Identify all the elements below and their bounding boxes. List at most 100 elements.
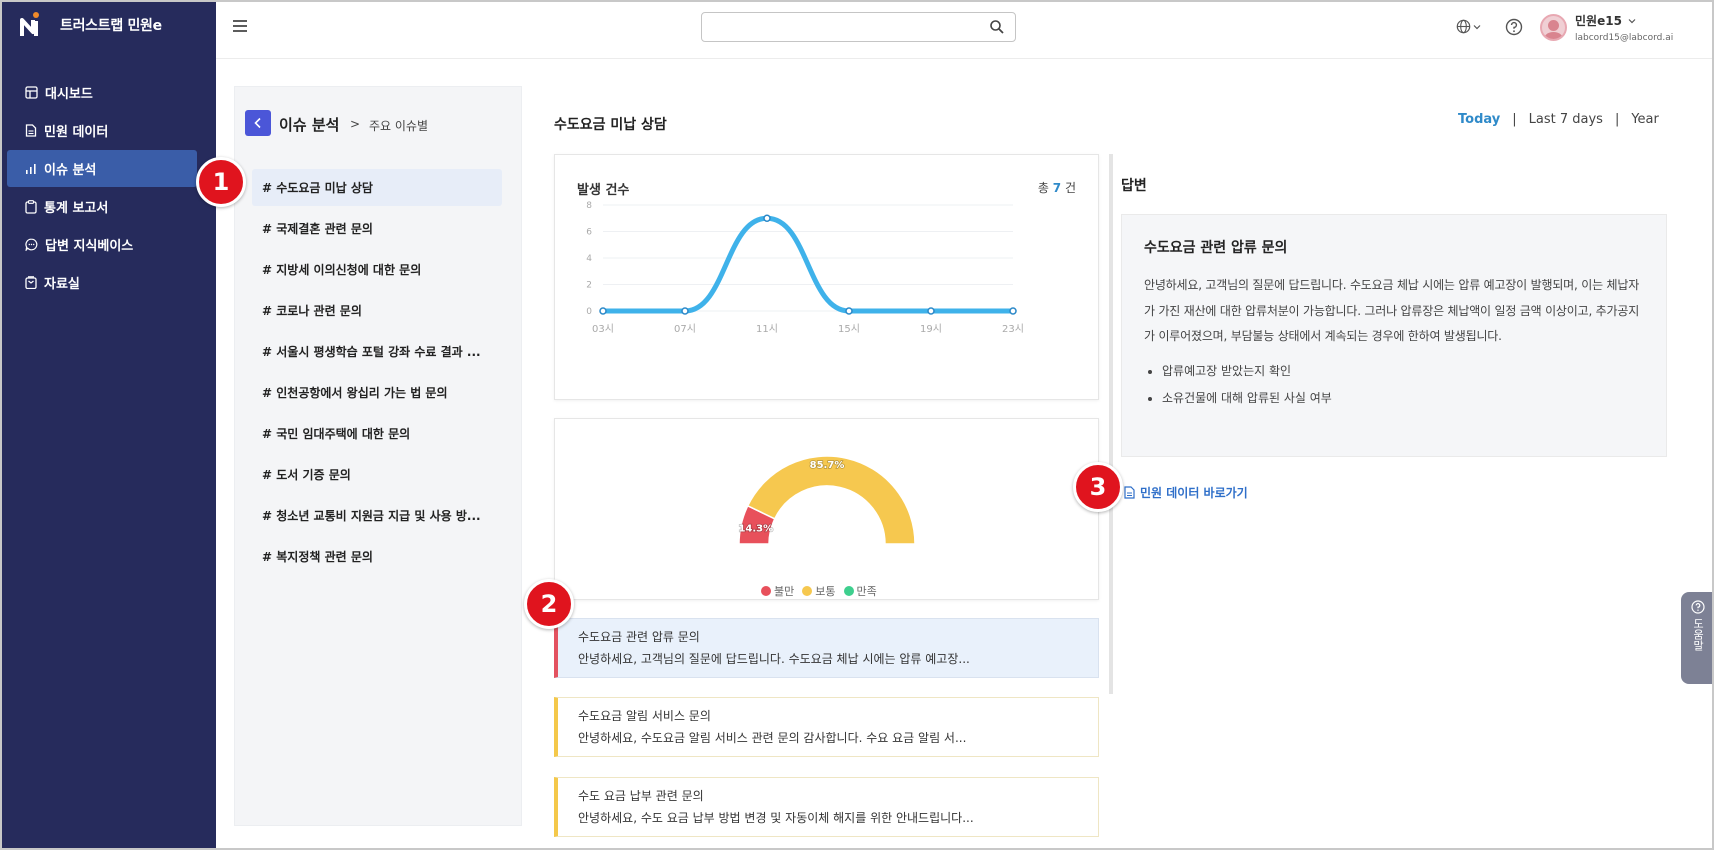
issue-item[interactable]: # 국민 임대주택에 대한 문의 [252, 415, 502, 452]
chart-legend: 불만 보통 만족 [761, 583, 877, 599]
issue-item[interactable]: # 수도요금 미납 상담 [252, 169, 502, 206]
search-icon[interactable] [989, 19, 1005, 35]
line-chart: 0 2 4 6 8 03시 07시 11시 15시 19시 23시 [586, 201, 1024, 335]
help-tab[interactable]: 도움말 [1681, 592, 1714, 684]
answer-list-item[interactable]: 수도 요금 납부 관련 문의 안녕하세요, 수도 요금 납부 방법 변경 및 자… [554, 777, 1099, 837]
range-last-7-days[interactable]: Last 7 days [1529, 112, 1603, 127]
sidebar-item-dashboard[interactable]: 대시보드 [7, 74, 197, 111]
document-icon [25, 124, 37, 137]
y-tick-label: 8 [586, 201, 592, 211]
issue-item[interactable]: # 도서 기증 문의 [252, 456, 502, 493]
top-header: 민원e15 labcord15@labcord.ai [216, 0, 1714, 59]
data-point [1009, 307, 1017, 315]
user-name: 민원e15 [1575, 14, 1622, 28]
sidebar-item-issue-analysis[interactable]: 이슈 분석 [7, 150, 197, 187]
chevron-left-icon [254, 117, 261, 129]
back-button[interactable] [245, 110, 271, 136]
data-point [681, 307, 689, 315]
x-tick-label: 03시 [592, 323, 614, 335]
answer-list-item[interactable]: 수도요금 알림 서비스 문의 안녕하세요, 수도요금 알림 서비스 관련 문의 … [554, 697, 1099, 757]
chevron-down-icon [1628, 18, 1636, 23]
globe-icon [1456, 19, 1471, 34]
x-tick-label: 07시 [674, 323, 696, 335]
issue-item[interactable]: # 복지정책 관련 문의 [252, 538, 502, 575]
archive-icon [25, 276, 37, 289]
date-range-selector: Today | Last 7 days | Year [1458, 112, 1659, 127]
breadcrumb-separator: > [350, 117, 361, 131]
sidebar-nav: 대시보드 민원 데이터 이슈 분석 통계 보고서 답변 지식베이스 자료실 [7, 74, 197, 302]
sidebar-item-label: 이슈 분석 [44, 163, 97, 178]
annotation-marker-2: 2 [524, 579, 574, 629]
chat-icon [25, 238, 38, 251]
issue-item[interactable]: # 인천공항에서 왕십리 가는 법 문의 [252, 374, 502, 411]
user-menu[interactable]: 민원e15 labcord15@labcord.ai [1540, 12, 1673, 43]
annotation-marker-3: 3 [1073, 462, 1123, 512]
half-donut-chart: 14.3% 85.7% [738, 455, 916, 545]
issue-item[interactable]: # 서울시 평생학습 포털 강좌 수료 결과 ... [252, 333, 502, 370]
legend-label: 만족 [856, 585, 877, 598]
slice-label: 14.3% [738, 524, 773, 535]
data-point [845, 307, 853, 315]
sidebar-item-archive[interactable]: 자료실 [7, 264, 197, 301]
legend-item-normal[interactable]: 보통 [802, 583, 836, 599]
data-point [599, 307, 607, 315]
clipboard-icon [25, 199, 37, 214]
language-selector[interactable] [1456, 19, 1481, 34]
menu-icon[interactable] [232, 18, 248, 34]
link-label: 민원 데이터 바로가기 [1140, 486, 1248, 500]
answer-item-snippet: 안녕하세요, 수도요금 알림 서비스 관련 문의 감사합니다. 수요 요금 알림… [578, 731, 967, 745]
dashboard-icon [25, 86, 38, 99]
occurrence-chart-card: 발생 건수 총 7 건 0 2 4 6 8 03시 07시 11시 15시 19시 23시 [554, 154, 1099, 400]
series-line [600, 215, 1016, 314]
chevron-down-icon [1473, 24, 1481, 29]
legend-dot [802, 586, 813, 596]
help-tab-label: 도움말 [1691, 618, 1705, 651]
answer-bullets: 압류예고장 받았는지 확인 소유건물에 대해 압류된 사실 여부 [1144, 362, 1644, 406]
answer-detail: 수도요금 관련 압류 문의 안녕하세요, 고객님의 질문에 답드립니다. 수도요… [1121, 214, 1667, 457]
sidebar-item-label: 대시보드 [45, 87, 93, 102]
x-tick-label: 19시 [920, 323, 942, 335]
issue-title: 수도요금 미납 상담 [554, 117, 667, 133]
issue-item[interactable]: # 지방세 이의신청에 대한 문의 [252, 251, 502, 288]
x-tick-label: 23시 [1002, 323, 1024, 335]
sidebar-item-label: 통계 보고서 [44, 201, 109, 216]
search-box[interactable] [701, 12, 1016, 42]
sidebar-item-label: 민원 데이터 [44, 125, 109, 140]
answer-body: 안녕하세요, 고객님의 질문에 답드립니다. 수도요금 체납 시에는 압류 예고… [1144, 278, 1640, 343]
issue-item[interactable]: # 청소년 교통비 지원금 지급 및 사용 방... [252, 497, 502, 534]
sidebar-item-complaint-data[interactable]: 민원 데이터 [7, 112, 197, 149]
answer-list-item[interactable]: 수도요금 관련 압류 문의 안녕하세요, 고객님의 질문에 답드립니다. 수도요… [554, 618, 1099, 678]
range-separator: | [1512, 112, 1517, 127]
legend-item-complaint[interactable]: 불만 [761, 583, 794, 599]
complaint-data-link[interactable]: 민원 데이터 바로가기 [1124, 484, 1248, 501]
legend-dot [761, 586, 771, 596]
legend-label: 불만 [774, 585, 795, 598]
sentiment-chart-card: 14.3% 85.7% 불만 보통 만족 [554, 418, 1099, 600]
logo[interactable]: 트러스트랩 민원e [20, 12, 162, 38]
sidebar-item-answer-knowledgebase[interactable]: 답변 지식베이스 [7, 226, 197, 263]
answer-item-title: 수도요금 알림 서비스 문의 [578, 709, 711, 723]
help-icon[interactable] [1505, 18, 1523, 36]
annotation-marker-1: 1 [196, 157, 246, 207]
panel-divider[interactable] [1109, 154, 1113, 694]
answer-item-title: 수도요금 관련 압류 문의 [578, 630, 700, 644]
avatar [1540, 14, 1567, 41]
sidebar-item-label: 자료실 [44, 277, 80, 292]
answer-heading: 답변 [1121, 178, 1147, 194]
document-icon [1124, 486, 1135, 499]
brand-name: 트러스트랩 민원e [60, 18, 162, 34]
legend-item-satisfied[interactable]: 만족 [843, 583, 877, 599]
sidebar-item-label: 답변 지식베이스 [45, 239, 134, 254]
x-tick-label: 15시 [838, 323, 860, 335]
issue-item[interactable]: # 국제결혼 관련 문의 [252, 210, 502, 247]
issue-item[interactable]: # 코로나 관련 문의 [252, 292, 502, 329]
range-today[interactable]: Today [1458, 112, 1500, 127]
legend-label: 보통 [815, 585, 836, 598]
answer-bullet: 압류예고장 받았는지 확인 [1162, 362, 1644, 379]
data-point [763, 214, 771, 222]
sidebar-item-statistics-report[interactable]: 통계 보고서 [7, 188, 197, 225]
range-separator: | [1614, 112, 1620, 127]
chart-icon [26, 163, 36, 174]
answer-item-snippet: 안녕하세요, 수도 요금 납부 방법 변경 및 자동이체 해지를 위한 안내드립… [578, 811, 974, 825]
range-year[interactable]: Year [1631, 112, 1659, 127]
